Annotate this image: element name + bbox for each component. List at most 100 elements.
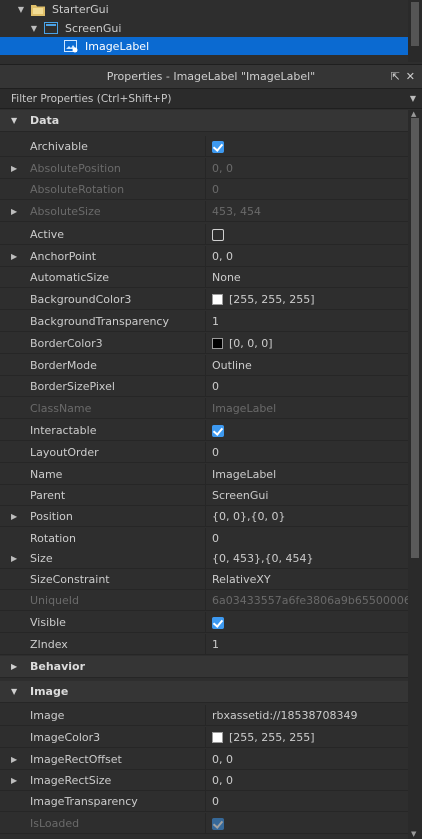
category-image[interactable]: ▼ Image (0, 681, 408, 703)
prop-bordercolor3[interactable]: BorderColor3 [0, 0, 0] (0, 333, 408, 354)
prop-value[interactable]: 1 (205, 634, 408, 655)
prop-name: AutomaticSize (30, 270, 109, 284)
prop-name: Name (30, 467, 63, 481)
expand-arrow-icon[interactable]: ▶ (0, 776, 30, 785)
prop-value[interactable]: Outline (205, 355, 408, 376)
prop-value[interactable]: ScreenGui (205, 485, 408, 506)
active-checkbox[interactable] (212, 228, 224, 241)
prop-imagetransparency[interactable]: ImageTransparency 0 (0, 791, 408, 812)
expand-arrow-icon[interactable]: ▶ (0, 662, 30, 671)
prop-value[interactable]: [255, 255, 255] (229, 731, 315, 744)
explorer-item-startergui[interactable]: ▼ StarterGui (0, 0, 408, 18)
visible-checkbox[interactable] (212, 616, 224, 629)
chevron-down-icon[interactable]: ▼ (410, 94, 416, 103)
prop-value[interactable]: RelativeXY (205, 569, 408, 590)
color-swatch[interactable] (212, 732, 223, 743)
prop-automaticsize[interactable]: AutomaticSize None (0, 267, 408, 288)
prop-name: ImageTransparency (30, 794, 138, 808)
archivable-checkbox[interactable] (212, 140, 224, 153)
prop-name: UniqueId (30, 593, 80, 607)
prop-name: ImageRectOffset (30, 752, 122, 766)
expand-arrow-icon[interactable]: ▶ (0, 252, 30, 261)
prop-value[interactable]: [255, 255, 255] (229, 293, 315, 306)
properties-title: Properties - ImageLabel "ImageLabel" (106, 70, 316, 83)
prop-value[interactable]: 0, 0 (205, 246, 408, 267)
prop-zindex[interactable]: ZIndex 1 (0, 634, 408, 655)
close-icon[interactable]: ✕ (406, 70, 415, 83)
prop-archivable[interactable]: Archivable (0, 136, 408, 157)
explorer-scrollbar[interactable] (408, 0, 422, 62)
starter-gui-icon (30, 2, 46, 16)
prop-name: Image (30, 708, 65, 722)
prop-active[interactable]: Active (0, 224, 408, 245)
prop-visible[interactable]: Visible (0, 612, 408, 633)
expand-arrow-icon[interactable]: ▶ (0, 164, 30, 173)
scroll-down-icon[interactable]: ▼ (411, 830, 416, 838)
prop-value[interactable]: 1 (205, 311, 408, 332)
prop-rotation[interactable]: Rotation 0 (0, 528, 408, 549)
category-behavior[interactable]: ▶ Behavior (0, 656, 408, 678)
prop-value[interactable]: 0, 0 (205, 770, 408, 791)
scroll-up-icon[interactable]: ▲ (411, 110, 416, 118)
explorer-item-label: StarterGui (52, 2, 109, 16)
color-swatch[interactable] (212, 338, 223, 349)
prop-parent[interactable]: Parent ScreenGui (0, 485, 408, 506)
prop-name: Parent (30, 488, 66, 502)
prop-interactable[interactable]: Interactable (0, 420, 408, 441)
explorer-item-imagelabel[interactable]: ImageLabel (0, 37, 408, 55)
expand-arrow-icon[interactable]: ▼ (29, 24, 39, 33)
prop-anchorpoint[interactable]: ▶ AnchorPoint 0, 0 (0, 246, 408, 267)
prop-backgroundtransparency[interactable]: BackgroundTransparency 1 (0, 311, 408, 332)
filter-properties-input[interactable]: Filter Properties (Ctrl+Shift+P) ▼ (0, 88, 422, 109)
prop-imagerectsize[interactable]: ▶ ImageRectSize 0, 0 (0, 770, 408, 791)
prop-value[interactable]: 0 (205, 442, 408, 463)
prop-backgroundcolor3[interactable]: BackgroundColor3 [255, 255, 255] (0, 289, 408, 310)
prop-value[interactable]: rbxassetid://18538708349 (205, 705, 408, 726)
properties-scrollbar[interactable]: ▲ ▼ (408, 110, 422, 839)
prop-bordermode[interactable]: BorderMode Outline (0, 355, 408, 376)
prop-name: Interactable (30, 423, 97, 437)
prop-value[interactable]: [0, 0, 0] (229, 337, 273, 350)
prop-value: 0 (205, 179, 408, 200)
prop-size[interactable]: ▶ Size {0, 453},{0, 454} (0, 548, 408, 569)
prop-position[interactable]: ▶ Position {0, 0},{0, 0} (0, 506, 408, 527)
explorer-item-screengui[interactable]: ▼ ScreenGui (0, 19, 408, 37)
interactable-checkbox[interactable] (212, 424, 224, 437)
prop-value[interactable]: {0, 0},{0, 0} (205, 506, 408, 527)
category-data[interactable]: ▼ Data (0, 110, 408, 132)
prop-bordersizepixel[interactable]: BorderSizePixel 0 (0, 376, 408, 397)
expand-arrow-icon[interactable]: ▶ (0, 755, 30, 764)
expand-arrow-icon[interactable]: ▶ (0, 554, 30, 563)
prop-value[interactable]: 0 (205, 791, 408, 812)
prop-classname: ClassName ImageLabel (0, 398, 408, 419)
prop-value[interactable]: None (205, 267, 408, 288)
prop-name: AbsolutePosition (30, 161, 121, 175)
color-swatch[interactable] (212, 294, 223, 305)
expand-arrow-icon[interactable]: ▼ (16, 5, 26, 14)
prop-name: BorderSizePixel (30, 379, 115, 393)
prop-name-field[interactable]: Name ImageLabel (0, 464, 408, 485)
prop-imagerectoffset[interactable]: ▶ ImageRectOffset 0, 0 (0, 749, 408, 770)
prop-imagecolor3[interactable]: ImageColor3 [255, 255, 255] (0, 727, 408, 748)
prop-value[interactable]: {0, 453},{0, 454} (205, 548, 408, 569)
undock-icon[interactable]: ⇱ (391, 70, 400, 83)
prop-value: ImageLabel (205, 398, 408, 419)
prop-sizeconstraint[interactable]: SizeConstraint RelativeXY (0, 569, 408, 590)
prop-name: ImageRectSize (30, 773, 112, 787)
scrollbar-thumb[interactable] (411, 118, 419, 558)
collapse-arrow-icon[interactable]: ▼ (0, 687, 30, 696)
explorer-panel: ▼ StarterGui ▼ ScreenGui ImageLabel (0, 0, 422, 62)
prop-value[interactable]: ImageLabel (205, 464, 408, 485)
prop-value[interactable]: 0 (205, 376, 408, 397)
property-grid: ▼ Data Archivable ▶ AbsolutePosition 0, 0… (0, 110, 408, 839)
expand-arrow-icon[interactable]: ▶ (0, 207, 30, 216)
prop-isloaded: IsLoaded (0, 813, 408, 834)
prop-value[interactable]: 0 (205, 528, 408, 549)
category-label: Image (30, 685, 69, 698)
prop-value[interactable]: 0, 0 (205, 749, 408, 770)
prop-name: ImageColor3 (30, 730, 101, 744)
collapse-arrow-icon[interactable]: ▼ (0, 116, 30, 125)
expand-arrow-icon[interactable]: ▶ (0, 512, 30, 521)
prop-image[interactable]: Image rbxassetid://18538708349 (0, 705, 408, 726)
prop-layoutorder[interactable]: LayoutOrder 0 (0, 442, 408, 463)
